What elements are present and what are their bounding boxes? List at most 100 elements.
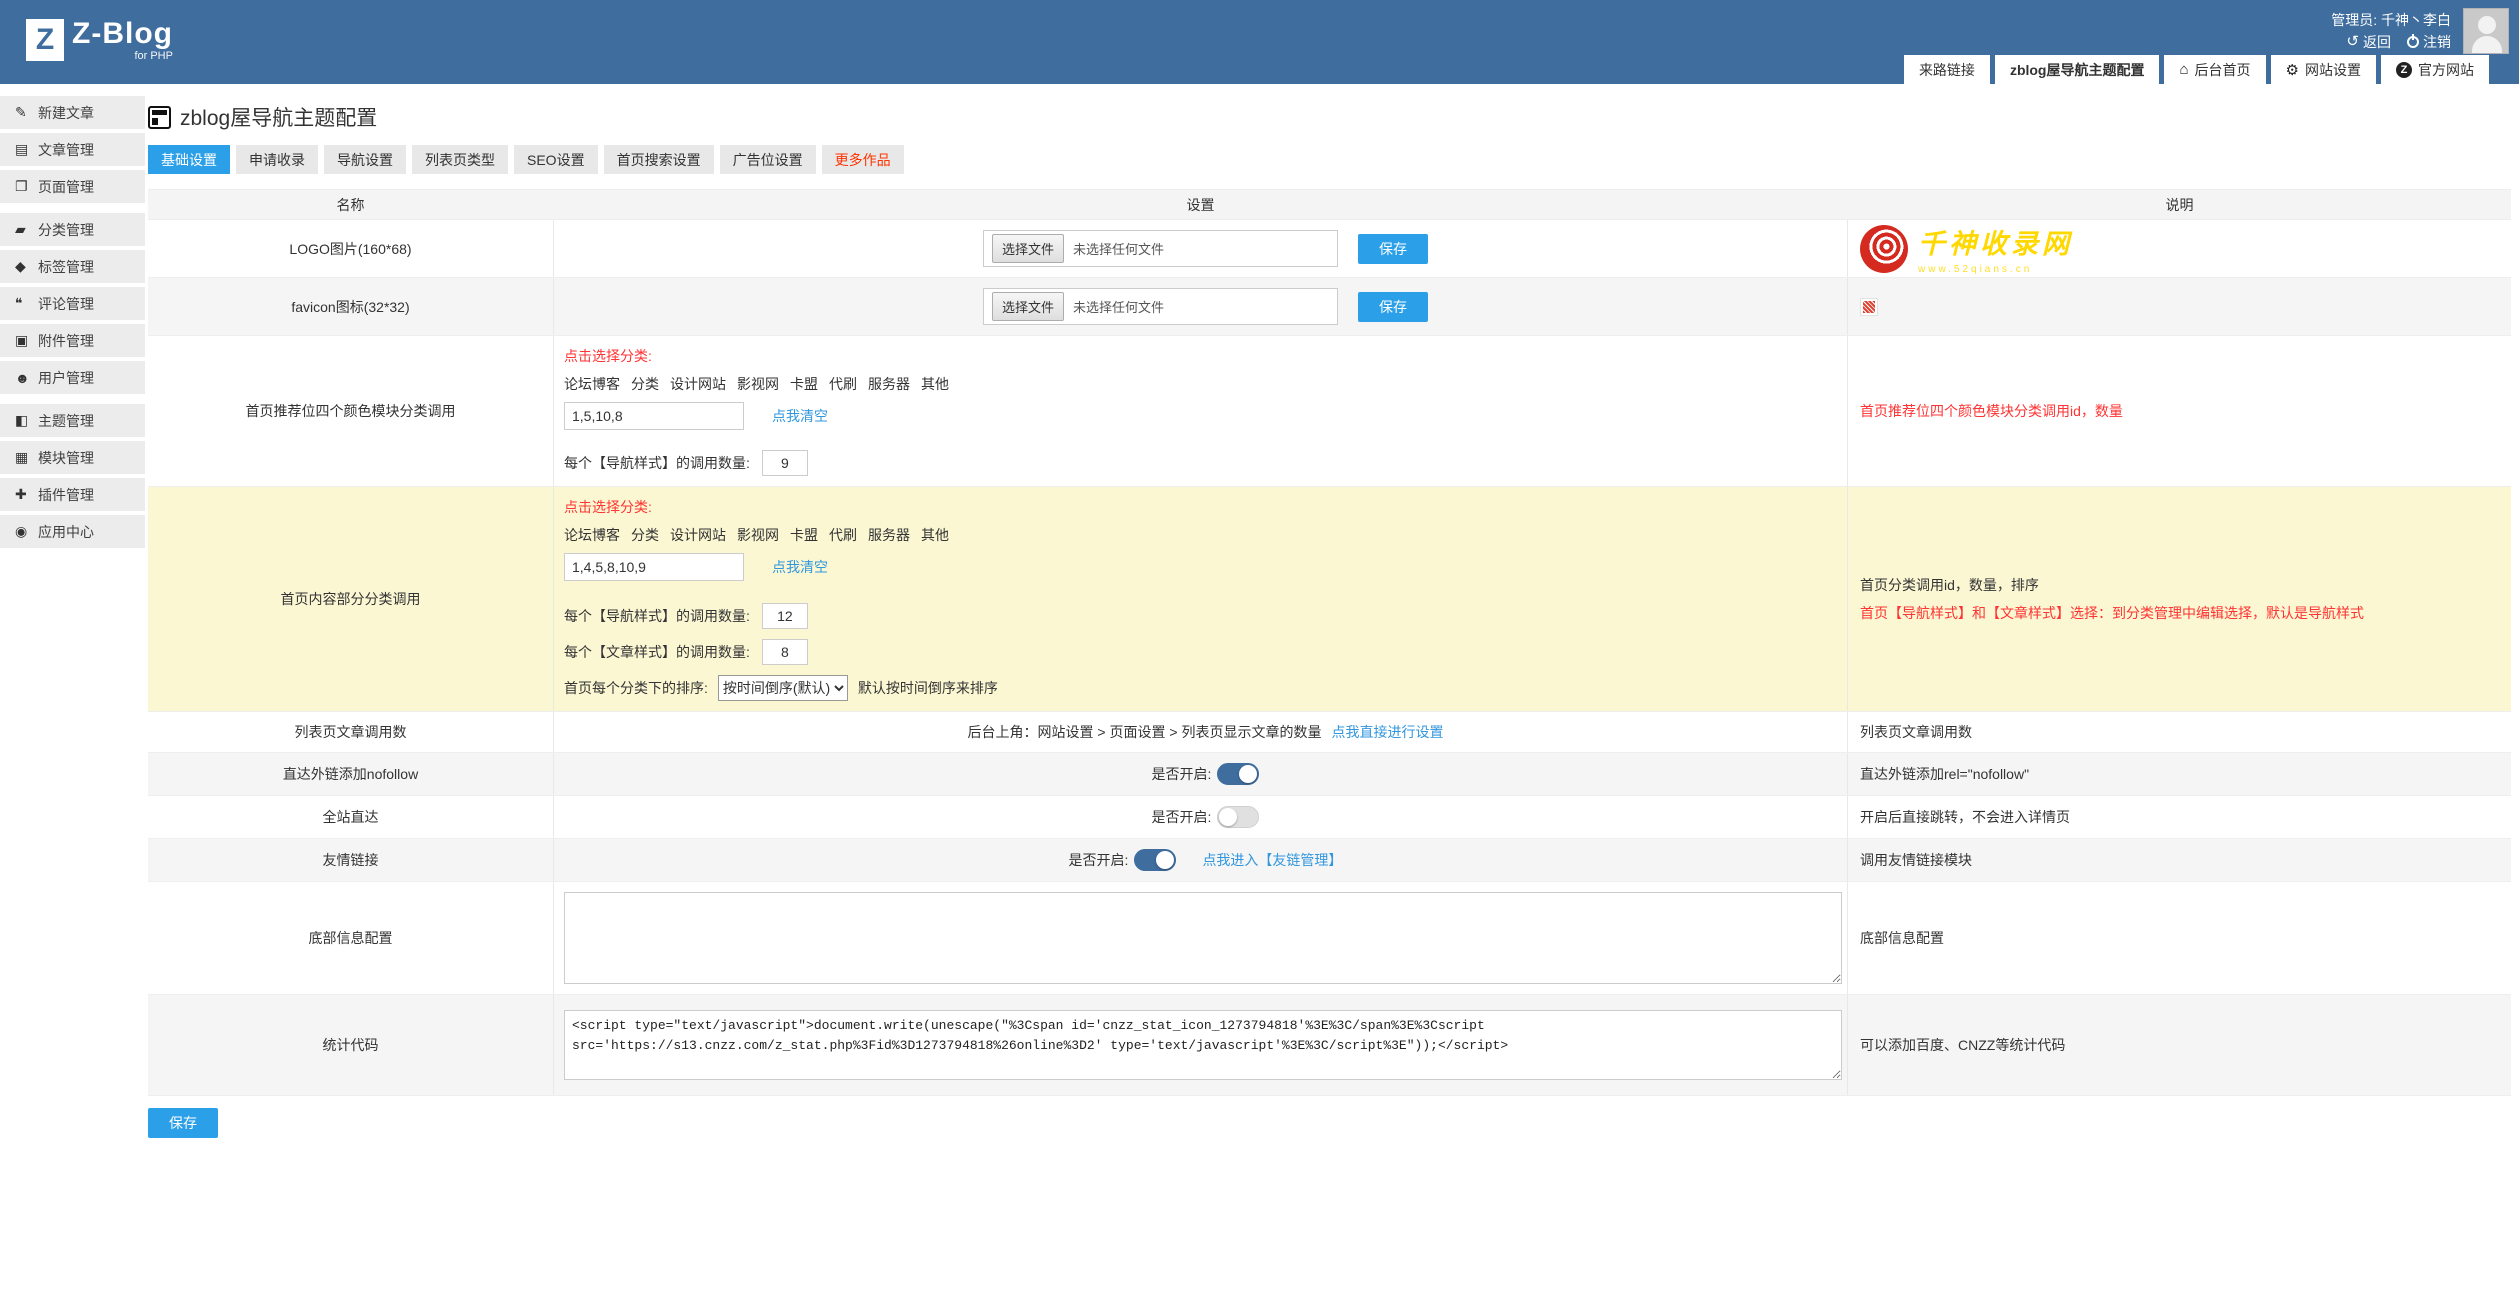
friend-links-toggle[interactable] — [1134, 849, 1176, 871]
tab-nav-settings[interactable]: 导航设置 — [324, 145, 406, 174]
app-center-icon: ◉ — [15, 523, 38, 540]
row-name: 统计代码 — [148, 995, 553, 1095]
category-link[interactable]: 分类 — [631, 374, 659, 394]
category-link[interactable]: 其他 — [921, 525, 949, 545]
row-note: 直达外链添加rel="nofollow" — [1860, 764, 2511, 784]
page-title: zblog屋导航主题配置 — [180, 102, 377, 132]
gear-icon: ⚙ — [2286, 61, 2299, 79]
sidebar-item-articles[interactable]: ▤ 文章管理 — [0, 133, 145, 166]
row-note: 底部信息配置 — [1860, 928, 2511, 948]
category-link[interactable]: 分类 — [631, 525, 659, 545]
sidebar-item-app-center[interactable]: ◉ 应用中心 — [0, 515, 145, 548]
clear-link[interactable]: 点我清空 — [772, 406, 828, 426]
table-row-recommend-modules: 首页推荐位四个颜色模块分类调用 点击选择分类: 论坛博客 分类 设计网站 影视网… — [148, 336, 2511, 487]
article-style-count-label: 每个【文章样式】的调用数量: — [564, 642, 750, 662]
grid-icon: ▦ — [15, 449, 38, 466]
category-link[interactable]: 服务器 — [868, 374, 910, 394]
settings-table: 名称 设置 说明 LOGO图片(160*68) 选择文件 未选择任何文件 保存 … — [148, 189, 2511, 1096]
sidebar-item-users[interactable]: ☻ 用户管理 — [0, 361, 145, 394]
save-button[interactable]: 保存 — [148, 1108, 218, 1138]
category-link[interactable]: 服务器 — [868, 525, 910, 545]
favicon-save-button[interactable]: 保存 — [1358, 292, 1428, 322]
nav-style-count-input[interactable] — [762, 450, 808, 476]
row-note: 调用友情链接模块 — [1860, 850, 2511, 870]
top-tab-dashboard[interactable]: ⌂ 后台首页 — [2164, 55, 2265, 84]
favicon-file-input[interactable]: 选择文件 未选择任何文件 — [983, 288, 1338, 325]
tab-list-page-type[interactable]: 列表页类型 — [412, 145, 508, 174]
top-tab-site-settings[interactable]: ⚙ 网站设置 — [2271, 55, 2376, 84]
row-note: 可以添加百度、CNZZ等统计代码 — [1860, 1035, 2511, 1055]
direct-toggle[interactable] — [1217, 806, 1259, 828]
nav-style-count-input[interactable] — [762, 603, 808, 629]
category-link[interactable]: 其他 — [921, 374, 949, 394]
article-style-count-input[interactable] — [762, 639, 808, 665]
category-links: 论坛博客 分类 设计网站 影视网 卡盟 代刷 服务器 其他 — [564, 525, 1847, 545]
tab-ad-settings[interactable]: 广告位设置 — [720, 145, 816, 174]
module-category-ids-input[interactable] — [564, 402, 744, 430]
tab-more-works[interactable]: 更多作品 — [822, 145, 904, 174]
logout-link[interactable]: 注销 — [2407, 31, 2451, 53]
admin-name-label: 管理员: 千神丶李白 — [2331, 9, 2451, 31]
sidebar-item-comments[interactable]: ❝ 评论管理 — [0, 287, 145, 320]
category-link[interactable]: 代刷 — [829, 374, 857, 394]
home-icon: ⌂ — [2179, 61, 2188, 78]
col-header-setting: 设置 — [553, 190, 1848, 219]
top-bar: Z Z-Blog for PHP 管理员: 千神丶李白 ↺ 返回 注销 来路链接… — [0, 0, 2519, 84]
tab-seo-settings[interactable]: SEO设置 — [514, 145, 598, 174]
category-link[interactable]: 影视网 — [737, 525, 779, 545]
category-link[interactable]: 论坛博客 — [564, 525, 620, 545]
row-note: 开启后直接跳转，不会进入详情页 — [1860, 807, 2511, 827]
sort-select[interactable]: 按时间倒序(默认) — [718, 675, 848, 701]
go-to-settings-link[interactable]: 点我直接进行设置 — [1331, 722, 1443, 742]
sidebar-item-attachments[interactable]: ▣ 附件管理 — [0, 324, 145, 357]
tab-home-search-settings[interactable]: 首页搜索设置 — [604, 145, 714, 174]
tab-basic-settings[interactable]: 基础设置 — [148, 145, 230, 174]
category-link[interactable]: 设计网站 — [670, 374, 726, 394]
no-file-label: 未选择任何文件 — [1073, 239, 1164, 258]
tab-apply-inclusion[interactable]: 申请收录 — [236, 145, 318, 174]
category-link[interactable]: 论坛博客 — [564, 374, 620, 394]
sort-hint: 默认按时间倒序来排序 — [858, 678, 998, 698]
back-link[interactable]: ↺ 返回 — [2346, 31, 2391, 53]
site-logo-preview: 千神收录网 www.52qians.cn — [1860, 222, 2511, 275]
no-file-label: 未选择任何文件 — [1073, 297, 1164, 316]
table-row-favicon: favicon图标(32*32) 选择文件 未选择任何文件 保存 — [148, 278, 2511, 336]
nav-style-count-label: 每个【导航样式】的调用数量: — [564, 453, 750, 473]
category-link[interactable]: 设计网站 — [670, 525, 726, 545]
favicon-preview — [1860, 298, 1878, 316]
row-note-warning: 首页【导航样式】和【文章样式】选择：到分类管理中编辑选择，默认是导航样式 — [1860, 603, 2511, 623]
logo-save-button[interactable]: 保存 — [1358, 234, 1428, 264]
sidebar-item-tags[interactable]: ◆ 标签管理 — [0, 250, 145, 283]
sidebar-item-new-article[interactable]: ✎ 新建文章 — [0, 96, 145, 129]
friend-links-manage-link[interactable]: 点我进入【友链管理】 — [1202, 850, 1342, 870]
row-name: 直达外链添加nofollow — [148, 753, 553, 795]
sidebar: ✎ 新建文章 ▤ 文章管理 ❐ 页面管理 ▰ 分类管理 ◆ 标签管理 ❝ 评论管… — [0, 96, 145, 552]
row-note: 首页分类调用id，数量，排序 — [1860, 575, 2511, 595]
sidebar-item-themes[interactable]: ◧ 主题管理 — [0, 404, 145, 437]
sidebar-item-categories[interactable]: ▰ 分类管理 — [0, 213, 145, 246]
content-category-ids-input[interactable] — [564, 553, 744, 581]
row-name: LOGO图片(160*68) — [148, 220, 553, 277]
nofollow-toggle[interactable] — [1217, 763, 1259, 785]
users-icon: ☻ — [15, 370, 38, 386]
logo-file-input[interactable]: 选择文件 未选择任何文件 — [983, 230, 1338, 267]
clear-link[interactable]: 点我清空 — [772, 557, 828, 577]
footer-info-textarea[interactable] — [564, 892, 1842, 984]
zblog-logo-sub: for PHP — [72, 51, 173, 62]
category-link[interactable]: 代刷 — [829, 525, 857, 545]
sidebar-item-modules[interactable]: ▦ 模块管理 — [0, 441, 145, 474]
category-link[interactable]: 影视网 — [737, 374, 779, 394]
choose-file-button[interactable]: 选择文件 — [992, 234, 1064, 263]
edit-icon: ✎ — [15, 104, 38, 121]
top-tab-referrer[interactable]: 来路链接 — [1904, 55, 1990, 84]
top-tab-official-site[interactable]: Z 官方网站 — [2381, 55, 2489, 84]
sidebar-item-plugins[interactable]: ✚ 插件管理 — [0, 478, 145, 511]
avatar[interactable] — [2463, 8, 2509, 54]
sidebar-item-pages[interactable]: ❐ 页面管理 — [0, 170, 145, 203]
category-link[interactable]: 卡盟 — [790, 525, 818, 545]
top-tab-theme-config[interactable]: zblog屋导航主题配置 — [1995, 55, 2160, 84]
category-link[interactable]: 卡盟 — [790, 374, 818, 394]
theme-config-icon — [148, 106, 171, 129]
stats-code-textarea[interactable]: <script type="text/javascript">document.… — [564, 1010, 1842, 1080]
choose-file-button[interactable]: 选择文件 — [992, 292, 1064, 321]
